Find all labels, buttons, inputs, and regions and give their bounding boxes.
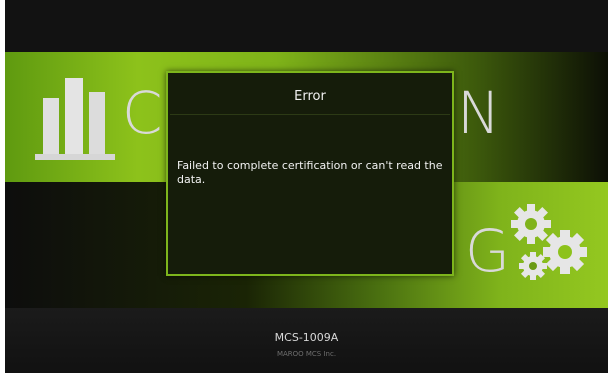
bar-chart-icon <box>35 78 115 160</box>
top-bar <box>5 0 608 52</box>
error-dialog[interactable]: Error Failed to complete certification o… <box>166 71 454 276</box>
banner-letter-n: N <box>457 79 501 147</box>
company-label: MAROO MCS Inc. <box>276 350 337 358</box>
dialog-title: Error <box>294 89 326 104</box>
banner-letter-c: C <box>122 79 163 147</box>
error-message: Failed to complete certification or can'… <box>177 159 443 186</box>
gears-icon <box>511 204 587 280</box>
model-label: MCS-1009A <box>274 331 339 344</box>
banner-letter-g: G <box>465 217 510 285</box>
device-screen: C N G MCS-1009A MAROO MCS Inc. Error Fai… <box>5 0 608 373</box>
dialog-divider <box>170 114 450 115</box>
